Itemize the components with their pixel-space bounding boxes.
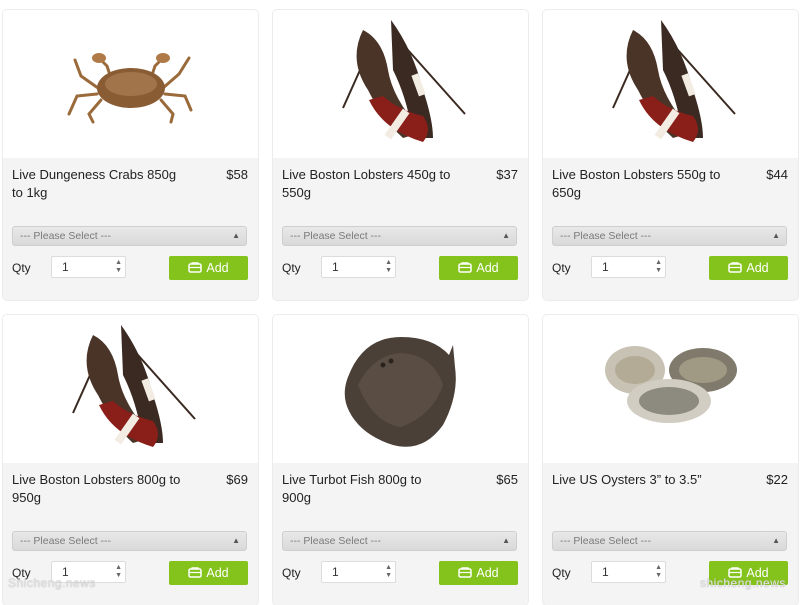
quantity-stepper[interactable]: 1 ▲ ▼	[591, 561, 666, 583]
select-placeholder: --- Please Select ---	[560, 535, 652, 547]
add-to-cart-button[interactable]: Add	[439, 561, 518, 585]
product-card: Live Turbot Fish 800g to 900g $65 --- Pl…	[273, 315, 528, 605]
select-placeholder: --- Please Select ---	[560, 230, 652, 242]
product-image[interactable]	[3, 315, 258, 463]
product-image[interactable]	[273, 10, 528, 158]
select-placeholder: --- Please Select ---	[20, 230, 112, 242]
product-name[interactable]: Live US Oysters 3” to 3.5”	[552, 471, 722, 489]
cart-icon	[188, 257, 203, 281]
product-card: Live Boston Lobsters 800g to 950g $69 --…	[3, 315, 258, 605]
option-select[interactable]: --- Please Select --- ▲	[552, 531, 787, 551]
cart-icon	[188, 562, 203, 586]
qty-value: 1	[332, 565, 339, 579]
quantity-stepper[interactable]: 1 ▲ ▼	[591, 256, 666, 278]
crab-icon	[67, 53, 193, 124]
qty-label: Qty	[282, 566, 301, 580]
quantity-stepper[interactable]: 1 ▲ ▼	[321, 561, 396, 583]
select-arrows-icon: ▲	[232, 231, 240, 240]
product-name[interactable]: Live Boston Lobsters 450g to 550g	[282, 166, 452, 202]
oysters-icon	[605, 346, 737, 423]
product-card: Live Boston Lobsters 450g to 550g $37 --…	[273, 10, 528, 300]
select-arrows-icon: ▲	[232, 536, 240, 545]
product-name[interactable]: Live Dungeness Crabs 850g to 1kg	[12, 166, 182, 202]
product-image[interactable]	[3, 10, 258, 158]
product-price: $58	[226, 167, 248, 182]
cart-icon	[728, 257, 743, 281]
watermark-right: shicheng.news	[700, 576, 786, 590]
qty-value: 1	[602, 565, 609, 579]
select-placeholder: --- Please Select ---	[290, 535, 382, 547]
add-label: Add	[206, 566, 229, 580]
add-label: Add	[746, 261, 769, 275]
select-arrows-icon: ▲	[502, 536, 510, 545]
product-image[interactable]	[543, 10, 798, 158]
select-arrows-icon: ▲	[502, 231, 510, 240]
product-price: $69	[226, 472, 248, 487]
product-price: $22	[766, 472, 788, 487]
qty-value: 1	[602, 260, 609, 274]
product-card: Live Dungeness Crabs 850g to 1kg $58 ---…	[3, 10, 258, 300]
add-to-cart-button[interactable]: Add	[169, 561, 248, 585]
option-select[interactable]: --- Please Select --- ▲	[282, 531, 517, 551]
add-to-cart-button[interactable]: Add	[439, 256, 518, 280]
select-arrows-icon: ▲	[772, 231, 780, 240]
product-name[interactable]: Live Boston Lobsters 550g to 650g	[552, 166, 722, 202]
stepper-arrows-icon[interactable]: ▲ ▼	[385, 564, 392, 580]
lobster-icon	[72, 325, 196, 447]
product-grid: Live Dungeness Crabs 850g to 1kg $58 ---…	[0, 0, 800, 605]
product-price: $65	[496, 472, 518, 487]
product-card: Live US Oysters 3” to 3.5” $22 --- Pleas…	[543, 315, 798, 605]
stepper-arrows-icon[interactable]: ▲ ▼	[655, 259, 662, 275]
product-price: $37	[496, 167, 518, 182]
quantity-stepper[interactable]: 1 ▲ ▼	[321, 256, 396, 278]
stepper-arrows-icon[interactable]: ▲ ▼	[655, 564, 662, 580]
option-select[interactable]: --- Please Select --- ▲	[282, 226, 517, 246]
select-placeholder: --- Please Select ---	[20, 535, 112, 547]
product-card: Live Boston Lobsters 550g to 650g $44 --…	[543, 10, 798, 300]
watermark-left: Shicheng.news	[8, 576, 96, 590]
product-price: $44	[766, 167, 788, 182]
product-image[interactable]	[273, 315, 528, 463]
add-to-cart-button[interactable]: Add	[709, 256, 788, 280]
qty-label: Qty	[282, 261, 301, 275]
cart-icon	[458, 257, 473, 281]
turbot-fish-icon	[344, 337, 456, 447]
qty-label: Qty	[12, 261, 31, 275]
option-select[interactable]: --- Please Select --- ▲	[552, 226, 787, 246]
qty-label: Qty	[552, 261, 571, 275]
add-label: Add	[476, 261, 499, 275]
quantity-stepper[interactable]: 1 ▲ ▼	[51, 256, 126, 278]
lobster-icon	[612, 20, 736, 142]
add-label: Add	[476, 566, 499, 580]
option-select[interactable]: --- Please Select --- ▲	[12, 226, 247, 246]
add-to-cart-button[interactable]: Add	[169, 256, 248, 280]
product-image[interactable]	[543, 315, 798, 463]
select-placeholder: --- Please Select ---	[290, 230, 382, 242]
stepper-arrows-icon[interactable]: ▲ ▼	[115, 259, 122, 275]
stepper-arrows-icon[interactable]: ▲ ▼	[385, 259, 392, 275]
qty-value: 1	[62, 260, 69, 274]
qty-value: 1	[332, 260, 339, 274]
product-name[interactable]: Live Turbot Fish 800g to 900g	[282, 471, 452, 507]
qty-label: Qty	[552, 566, 571, 580]
product-name[interactable]: Live Boston Lobsters 800g to 950g	[12, 471, 182, 507]
lobster-icon	[342, 20, 466, 142]
cart-icon	[458, 562, 473, 586]
select-arrows-icon: ▲	[772, 536, 780, 545]
option-select[interactable]: --- Please Select --- ▲	[12, 531, 247, 551]
add-label: Add	[206, 261, 229, 275]
stepper-arrows-icon[interactable]: ▲ ▼	[115, 564, 122, 580]
